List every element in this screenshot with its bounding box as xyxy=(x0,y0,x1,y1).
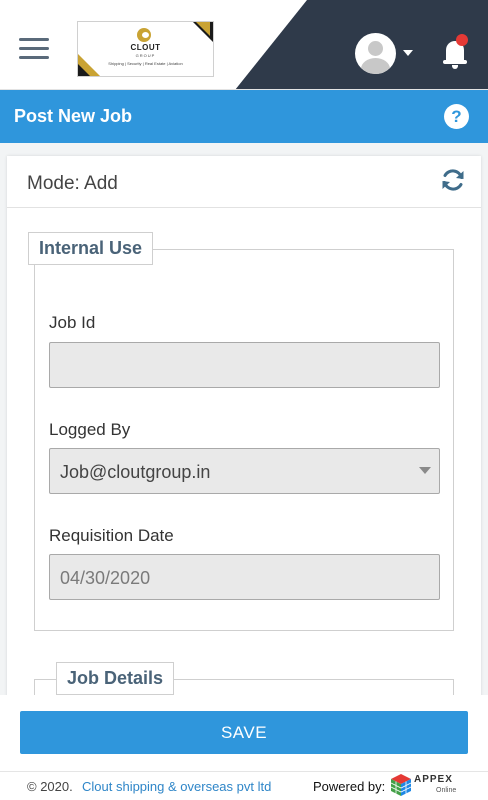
logo-tagline: Shipping | Security | Real Estate | Avia… xyxy=(108,61,183,66)
logged-by-select[interactable]: Job@cloutgroup.in xyxy=(49,448,440,494)
requisition-date-field[interactable]: 04/30/2020 xyxy=(49,554,440,600)
header-dark-panel xyxy=(235,0,488,89)
notification-dot xyxy=(456,34,468,46)
select-arrow-icon[interactable] xyxy=(419,467,431,474)
dropdown-caret-icon[interactable] xyxy=(403,50,413,56)
job-details-legend: Job Details xyxy=(56,662,175,695)
job-id-label: Job Id xyxy=(49,313,96,332)
card-header: Mode: Add xyxy=(7,156,481,208)
logo-name: CLOUT xyxy=(130,43,161,52)
bell-icon[interactable] xyxy=(441,34,471,70)
appex-brand-sub: Online xyxy=(436,787,457,794)
menu-icon[interactable] xyxy=(19,38,49,60)
mode-label: Mode: Add xyxy=(27,173,118,194)
logged-by-label: Logged By xyxy=(49,420,131,439)
requisition-date-label: Requisition Date xyxy=(49,526,174,545)
job-id-field[interactable] xyxy=(49,342,440,388)
appex-brand: APPEX xyxy=(414,774,453,785)
user-avatar-icon[interactable] xyxy=(355,33,396,74)
company-link[interactable]: Clout shipping & overseas pvt ltd xyxy=(82,779,271,794)
top-header xyxy=(0,0,488,90)
copyright-text: © 2020. xyxy=(27,779,73,794)
internal-use-legend: Internal Use xyxy=(28,232,154,265)
help-icon[interactable]: ? xyxy=(444,104,469,129)
page-title: Post New Job xyxy=(14,106,133,126)
logo-mark-icon xyxy=(137,28,151,42)
powered-by-text: Powered by: xyxy=(313,779,386,794)
refresh-icon[interactable] xyxy=(440,167,466,193)
logo-group: GROUP xyxy=(135,53,156,58)
form-card: Mode: Add Internal Use Job Id Logged By … xyxy=(7,156,481,771)
appex-cube-icon xyxy=(390,774,412,796)
company-logo[interactable]: CLOUT GROUP Shipping | Security | Real E… xyxy=(77,21,214,77)
page-title-bar: Post New Job xyxy=(0,90,488,143)
save-button[interactable]: SAVE xyxy=(20,711,468,754)
